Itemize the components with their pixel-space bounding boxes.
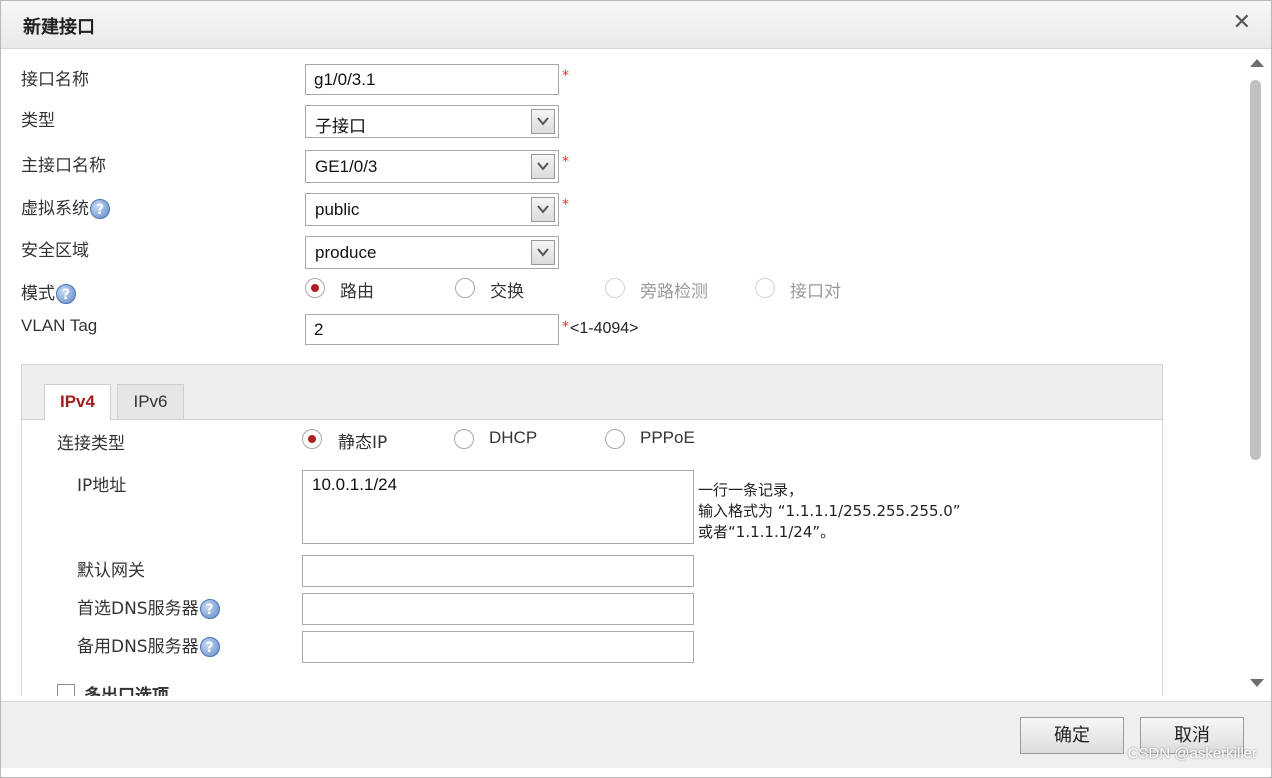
vsys-label-text: 虚拟系统	[21, 199, 89, 219]
mode-option-route-label: 路由	[340, 282, 374, 302]
watermark-text: CSDN @askerkiller	[1127, 745, 1257, 762]
dialog-titlebar[interactable]: 新建接口 ✕	[1, 1, 1271, 49]
vsys-label: 虚拟系统?	[21, 194, 110, 219]
conn-option-static-label: 静态IP	[338, 433, 388, 453]
help-icon[interactable]: ?	[199, 637, 220, 657]
help-icon[interactable]: ?	[90, 199, 110, 219]
conn-option-pppoe-label: PPPoE	[640, 428, 695, 447]
scrollbar-thumb[interactable]	[1250, 80, 1261, 460]
parent-interface-select[interactable]: GE1/0/3	[305, 150, 559, 183]
mode-option-pair-label: 接口对	[790, 282, 841, 302]
chevron-down-icon[interactable]	[531, 240, 555, 265]
mode-radio-switch[interactable]	[455, 278, 475, 298]
secondary-dns-label-text: 备用DNS服务器	[77, 637, 199, 657]
multi-egress-checkbox[interactable]	[57, 684, 75, 696]
security-zone-select[interactable]: produce	[305, 236, 559, 269]
parent-interface-label: 主接口名称	[21, 156, 106, 176]
mode-option-bypass-label: 旁路检测	[640, 282, 708, 302]
chevron-down-icon[interactable]	[531, 109, 555, 134]
ip-hint-line-3: 或者“1.1.1.1/24”。	[698, 523, 836, 541]
vsys-value: public	[315, 200, 360, 219]
type-select[interactable]: 子接口	[305, 105, 559, 138]
primary-dns-input[interactable]	[302, 593, 694, 625]
ip-address-label: IP地址	[77, 476, 127, 496]
mode-radio-bypass	[605, 278, 625, 298]
security-zone-label: 安全区域	[21, 241, 89, 261]
tab-ipv6[interactable]: IPv6	[117, 384, 184, 419]
ip-address-textarea[interactable]: 10.0.1.1/24	[302, 470, 694, 544]
multi-egress-label: 多出口选项	[84, 686, 169, 696]
parent-interface-value: GE1/0/3	[315, 157, 378, 176]
confirm-button[interactable]: 确定	[1020, 717, 1124, 754]
ip-hint-line-2: 输入格式为 “1.1.1.1/255.255.255.0”	[698, 502, 961, 520]
primary-dns-label-text: 首选DNS服务器	[77, 599, 199, 619]
mode-label-text: 模式	[21, 284, 55, 304]
chevron-down-icon[interactable]	[531, 197, 555, 222]
conn-option-dhcp-label: DHCP	[489, 428, 538, 447]
ip-tab-bar: IPv4 IPv6	[22, 365, 1162, 420]
vsys-select[interactable]: public	[305, 193, 559, 226]
scroll-down-icon[interactable]	[1250, 679, 1264, 687]
ip-hint-line-1: 一行一条记录，	[698, 481, 804, 499]
required-marker: *	[562, 68, 569, 84]
scroll-up-icon[interactable]	[1250, 59, 1264, 67]
interface-name-label: 接口名称	[21, 70, 89, 90]
conn-radio-dhcp[interactable]	[454, 429, 474, 449]
close-icon[interactable]: ✕	[1233, 11, 1251, 35]
vlan-tag-label: VLAN Tag	[21, 316, 98, 335]
primary-dns-label: 首选DNS服务器?	[77, 594, 220, 619]
help-icon[interactable]: ?	[199, 599, 220, 619]
required-marker: *	[562, 197, 569, 213]
mode-option-switch-label: 交换	[490, 282, 524, 302]
new-interface-dialog: 新建接口 ✕ 接口名称 g1/0/3.1 * 类型 子接口 主接口名称 GE1/…	[0, 0, 1272, 778]
vertical-scrollbar[interactable]	[1246, 53, 1266, 693]
secondary-dns-input[interactable]	[302, 631, 694, 663]
required-marker: *	[562, 154, 569, 170]
vlan-range-hint: <1-4094>	[570, 320, 639, 337]
conn-radio-static[interactable]	[302, 429, 322, 449]
default-gateway-label: 默认网关	[77, 561, 145, 581]
interface-name-input[interactable]: g1/0/3.1	[305, 64, 559, 95]
type-label: 类型	[21, 111, 55, 131]
default-gateway-input[interactable]	[302, 555, 694, 587]
help-icon[interactable]: ?	[56, 284, 76, 304]
type-select-value: 子接口	[315, 117, 366, 136]
ip-config-panel: IPv4 IPv6 连接类型 静态IP DHCP PPPoE IP地址 10.0…	[21, 364, 1163, 696]
tab-ipv4[interactable]: IPv4	[44, 384, 111, 420]
dialog-title: 新建接口	[23, 17, 95, 38]
mode-radio-pair	[755, 278, 775, 298]
vlan-tag-input[interactable]: 2	[305, 314, 559, 345]
dialog-footer: 确定 取消 CSDN @askerkiller	[1, 701, 1271, 768]
mode-label: 模式?	[21, 279, 76, 304]
security-zone-value: produce	[315, 243, 377, 262]
chevron-down-icon[interactable]	[531, 154, 555, 179]
secondary-dns-label: 备用DNS服务器?	[77, 632, 220, 657]
dialog-content: 接口名称 g1/0/3.1 * 类型 子接口 主接口名称 GE1/0/3 * 虚…	[5, 51, 1245, 696]
required-marker: *	[562, 319, 569, 335]
conn-radio-pppoe[interactable]	[605, 429, 625, 449]
mode-radio-route[interactable]	[305, 278, 325, 298]
connection-type-label: 连接类型	[57, 434, 125, 454]
